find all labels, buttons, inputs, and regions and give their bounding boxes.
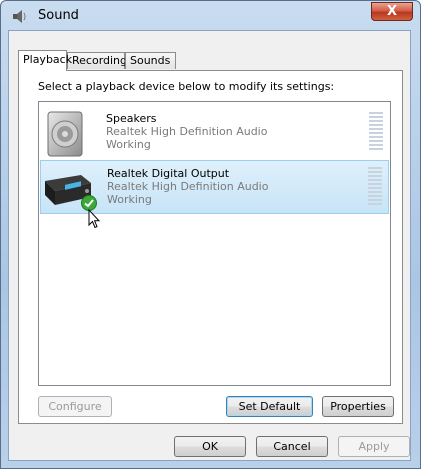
device-driver: Realtek High Definition Audio xyxy=(106,125,268,138)
tab-playback[interactable]: Playback xyxy=(18,50,72,71)
device-list[interactable]: Speakers Realtek High Definition Audio W… xyxy=(38,101,391,386)
tab-recording[interactable]: Recording xyxy=(67,52,127,69)
device-driver: Realtek High Definition Audio xyxy=(107,180,269,193)
ok-button[interactable]: OK xyxy=(174,436,246,457)
device-name: Realtek Digital Output xyxy=(107,167,230,180)
cancel-button[interactable]: Cancel xyxy=(256,436,328,457)
volume-level-meter xyxy=(368,167,382,209)
apply-button[interactable]: Apply xyxy=(338,436,410,457)
window-title: Sound xyxy=(38,8,79,23)
list-item-digital-output[interactable]: Realtek Digital Output Realtek High Defi… xyxy=(40,160,389,214)
speaker-icon xyxy=(47,111,83,157)
instruction-text: Select a playback device below to modify… xyxy=(38,80,335,93)
close-button[interactable]: X xyxy=(371,2,413,21)
properties-button[interactable]: Properties xyxy=(322,396,394,417)
list-item-speakers[interactable]: Speakers Realtek High Definition Audio W… xyxy=(40,106,389,160)
mouse-pointer-icon xyxy=(88,209,100,229)
tab-sounds[interactable]: Sounds xyxy=(125,52,176,69)
device-status: Working xyxy=(107,193,152,206)
volume-level-meter xyxy=(369,112,383,154)
close-icon: X xyxy=(386,4,398,19)
device-status: Working xyxy=(106,138,151,151)
set-default-button[interactable]: Set Default xyxy=(226,396,313,417)
configure-button[interactable]: Configure xyxy=(38,396,112,417)
device-name: Speakers xyxy=(106,112,157,125)
title-bar[interactable]: Sound X xyxy=(1,1,420,31)
speaker-small-icon xyxy=(13,10,26,23)
